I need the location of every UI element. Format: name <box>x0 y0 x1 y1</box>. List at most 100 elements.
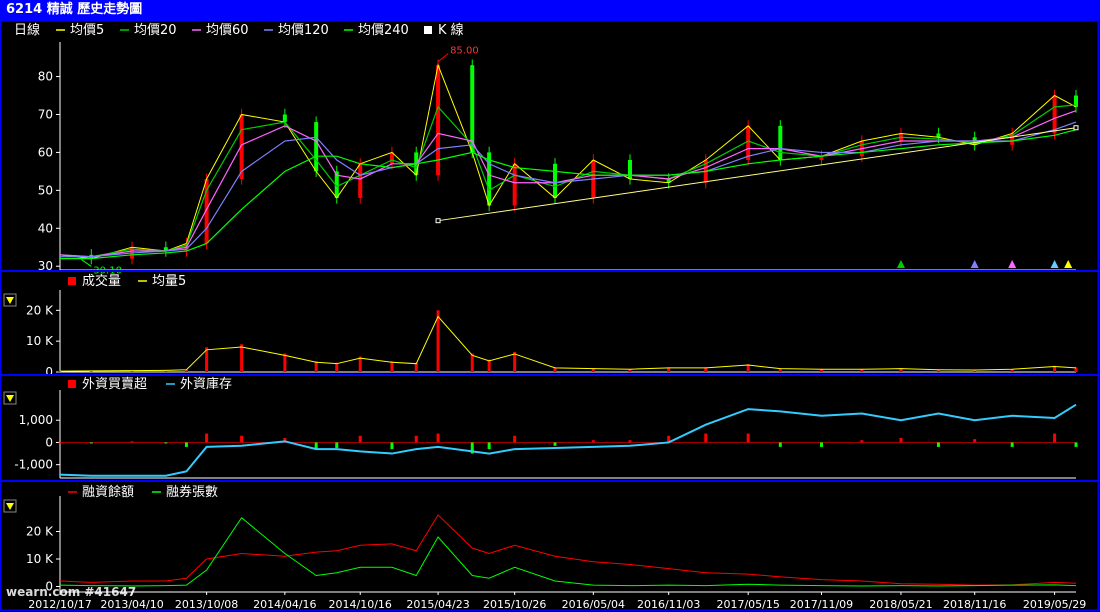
foreign-net-bar <box>1074 442 1078 447</box>
foreign-net-bar <box>553 442 557 446</box>
y-tick-label: 80 <box>38 70 53 84</box>
foreign-net-bar <box>436 433 440 443</box>
signal-marker <box>1050 260 1059 268</box>
x-tick-label: 2014/04/16 <box>253 598 316 611</box>
legend-label: 均價60 <box>206 23 249 38</box>
y-tick-label: -1,000 <box>14 458 53 472</box>
foreign-net-bar <box>487 442 491 450</box>
foreign-net-bar <box>936 442 940 447</box>
foreign-net-bar <box>513 435 517 443</box>
legend-swatch <box>68 380 76 388</box>
candle-body <box>1052 95 1057 134</box>
foreign-net-bar <box>164 442 168 444</box>
x-tick-label: 2013/10/08 <box>175 598 238 611</box>
y-tick-label: 60 <box>38 145 53 159</box>
y-tick-label: 1,000 <box>19 413 53 427</box>
y-tick-label: 10 K <box>26 334 54 348</box>
legend-swatch <box>68 277 76 285</box>
foreign-net-bar <box>746 433 750 443</box>
volume-bar <box>470 353 474 372</box>
legend-swatch <box>424 26 432 34</box>
legend-label: 均價20 <box>134 23 177 38</box>
foreign-net-bar <box>414 435 418 443</box>
foreign-net-bar <box>860 440 864 443</box>
trendline-handle <box>1073 125 1079 131</box>
series-line-融券張數 <box>59 517 1077 587</box>
y-tick-label: 10 K <box>26 552 54 566</box>
foreign-net-bar <box>778 442 782 447</box>
foreign-net-bar <box>591 440 595 443</box>
margin-panel: 融資餘額 融券張數010 K20 K2012/10/17 2013/04/10 201… <box>3 484 1086 611</box>
foreign-net-bar <box>335 442 339 448</box>
candle-body <box>512 163 517 206</box>
series-line-融資餘額 <box>59 514 1077 586</box>
y-tick-label: 20 K <box>26 525 54 539</box>
foreign-net-bar <box>58 442 62 444</box>
x-tick-label: 2015/04/23 <box>406 598 469 611</box>
foreign-panel: 外資買賣超 外資庫存 -1,000 0 1,000 <box>3 377 1078 479</box>
candle-body <box>282 114 287 123</box>
x-tick-label: 2016/11/03 <box>637 598 700 611</box>
x-tick-label: 2019/05/29 <box>1023 598 1086 611</box>
candle-body <box>470 65 475 153</box>
legend-label: 融券張數 <box>166 484 218 500</box>
trendline-handle <box>435 218 441 224</box>
volume-bar <box>487 359 491 372</box>
x-tick-label: 2016/05/04 <box>562 598 625 611</box>
x-tick-label: 2014/10/16 <box>329 598 392 611</box>
legend-label: 融資餘額 <box>82 484 134 500</box>
low-pointer <box>81 259 92 267</box>
legend-label: 成交量 <box>82 273 121 289</box>
series-line-均價20 <box>59 104 1077 258</box>
foreign-net-bar <box>1053 433 1057 443</box>
foreign-net-bar <box>358 435 362 443</box>
foreign-net-bar <box>704 433 708 443</box>
x-tick-label: 2018/11/16 <box>943 598 1006 611</box>
title-text: 6214 精誠 歷史走勢圖 <box>6 2 143 17</box>
foreign-net-bar <box>130 441 134 443</box>
foreign-net-bar <box>240 435 244 443</box>
foreign-net-bar <box>89 442 93 444</box>
foreign-net-bar <box>184 442 188 447</box>
y-tick-label: 70 <box>38 107 53 121</box>
candle-body <box>778 125 783 160</box>
legend-label: 均價240 <box>358 23 409 38</box>
series-line-均價240 <box>60 129 1077 260</box>
trendline <box>437 127 1077 222</box>
ma5-line <box>59 63 1077 260</box>
y-tick-label: 20 K <box>26 303 54 317</box>
volume-bar <box>283 353 287 372</box>
x-tick-label: 2012/10/17 <box>28 598 91 611</box>
chart-frame <box>0 20 1100 612</box>
volume-ma5-line <box>59 315 1077 372</box>
y-tick-label: 0 <box>45 435 53 449</box>
volume-panel: 成交量 均量5 0 10 K 20 K <box>3 273 1078 379</box>
watermark: wearn.com #41647 <box>6 585 136 599</box>
price-panel: 日線 均價5 均價20 均價60 均價120 均價240 K 線30405060708085… <box>14 22 1079 276</box>
y-tick-label: 40 <box>38 221 53 235</box>
legend-label: 外資買賣超 <box>82 377 147 392</box>
legend-label: 均價120 <box>278 23 329 38</box>
legend-label: 均量5 <box>152 274 186 289</box>
foreign-net-bar <box>819 442 823 447</box>
x-tick-label: 2015/10/26 <box>483 598 546 611</box>
candle-body <box>436 65 441 176</box>
window-title: 6214 精誠 歷史走勢圖 <box>0 0 1100 20</box>
signal-marker <box>1008 260 1017 268</box>
legend-label: 日線 <box>14 22 40 38</box>
candle-body <box>746 125 751 160</box>
volume-bar <box>358 356 362 372</box>
candle-body <box>553 163 558 198</box>
foreign-net-bar <box>205 433 209 443</box>
series-line-均價60 <box>59 110 1077 258</box>
high-label: 85.00 <box>450 46 479 57</box>
foreign-net-bar <box>390 442 394 450</box>
x-tick-label: 2017/05/15 <box>716 598 779 611</box>
x-tick-label: 2013/04/10 <box>100 598 163 611</box>
legend-label: 均價5 <box>70 23 104 38</box>
x-tick-label: 2017/11/09 <box>790 598 853 611</box>
volume-bar <box>513 351 517 372</box>
legend-label: 外資庫存 <box>180 377 232 392</box>
foreign-net-bar <box>973 439 977 443</box>
high-pointer <box>437 53 449 62</box>
